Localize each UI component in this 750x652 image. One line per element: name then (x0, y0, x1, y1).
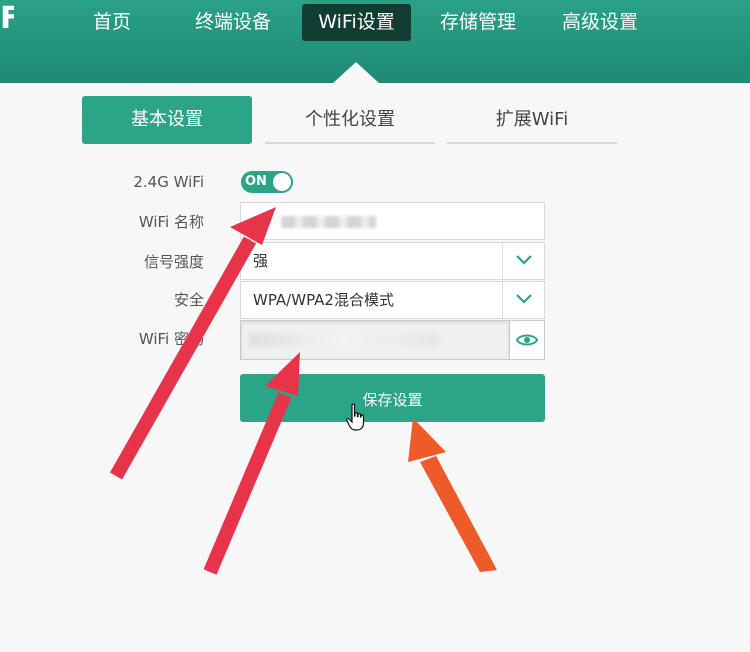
ssid-input[interactable] (240, 202, 545, 240)
nav-item-advanced[interactable]: 高级设置 (550, 4, 650, 41)
chevron-down-icon (516, 294, 532, 304)
signal-strength-label: 信号强度 (143, 253, 204, 271)
security-label: 安全 (173, 291, 204, 309)
toggle-state-text: ON (245, 174, 267, 189)
toggle-knob (273, 173, 291, 191)
save-settings-button[interactable]: 保存设置 (240, 374, 545, 422)
nav-item-home[interactable]: 首页 (78, 4, 146, 41)
active-nav-caret (332, 62, 380, 84)
password-input[interactable] (240, 320, 510, 360)
nav-item-wifi-settings[interactable]: WiFi设置 (302, 4, 411, 41)
signal-strength-select[interactable]: 强 (240, 242, 545, 280)
brand-logo: F (0, 1, 14, 36)
wifi-toggle[interactable]: ON (241, 171, 293, 193)
tab-personalization[interactable]: 个性化设置 (265, 96, 435, 144)
signal-strength-value: 强 (253, 252, 269, 270)
signal-dropdown-arrow[interactable] (502, 243, 544, 279)
eye-icon (516, 334, 538, 346)
ssid-label: WiFi 名称 (138, 213, 204, 231)
show-password-button[interactable] (509, 320, 545, 360)
password-label: WiFi 密码 (138, 330, 204, 348)
hand-cursor-icon (346, 403, 365, 431)
blurred-ssid-value (281, 216, 376, 228)
chevron-down-icon (516, 255, 532, 265)
tab-basic-settings[interactable]: 基本设置 (82, 96, 252, 144)
tab-extend-wifi[interactable]: 扩展WiFi (447, 96, 617, 144)
orange-arrow-to-save (408, 418, 497, 572)
top-navigation-bar: F 首页 终端设备 WiFi设置 存储管理 高级设置 (0, 0, 750, 84)
nav-item-storage[interactable]: 存储管理 (428, 4, 528, 41)
security-dropdown-arrow[interactable] (502, 282, 544, 318)
blurred-password-value (249, 333, 439, 347)
wifi-switch-label: 2.4G WiFi (133, 173, 204, 191)
nav-item-devices[interactable]: 终端设备 (182, 4, 284, 41)
security-value: WPA/WPA2混合模式 (253, 291, 394, 309)
security-select[interactable]: WPA/WPA2混合模式 (240, 281, 545, 319)
